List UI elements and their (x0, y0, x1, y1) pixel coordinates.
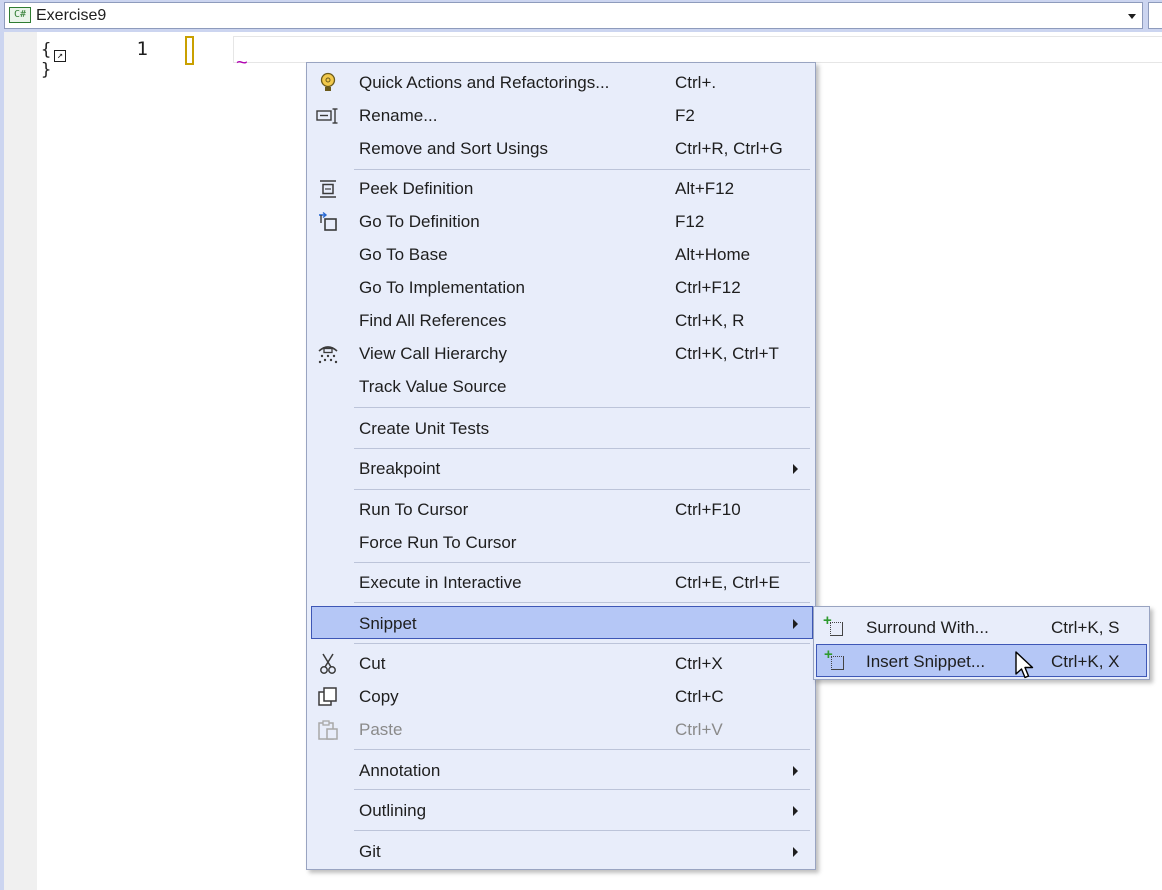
lightbulb-icon (315, 72, 341, 94)
menu-separator (354, 407, 810, 408)
project-name: Exercise9 (36, 7, 107, 24)
paste-icon (315, 719, 341, 741)
menu-item-rename[interactable]: Rename... F2 (307, 99, 815, 132)
copy-icon (315, 686, 341, 708)
submenu-arrow-icon (793, 619, 798, 629)
menu-item-cut[interactable]: Cut Ctrl+X (307, 647, 815, 680)
menu-item-view-call-hierarchy[interactable]: View Call Hierarchy Ctrl+K, Ctrl+T (307, 337, 815, 370)
submenu-item-surround-with[interactable]: + Surround With... Ctrl+K, S (816, 611, 1147, 644)
menu-item-copy[interactable]: Copy Ctrl+C (307, 680, 815, 713)
navigation-bar: C# Exercise9 (0, 0, 1162, 32)
menu-item-paste[interactable]: Paste Ctrl+V (307, 713, 815, 746)
rename-icon (315, 105, 341, 127)
menu-item-force-run-to-cursor[interactable]: Force Run To Cursor (307, 526, 815, 559)
scissors-icon (315, 653, 341, 675)
braces-icon: { } ↗ (41, 40, 71, 80)
line-number: 1 (136, 38, 148, 60)
snippet-submenu: + Surround With... Ctrl+K, S + Insert Sn… (813, 606, 1150, 680)
current-line-highlight (233, 36, 1162, 63)
insert-snippet-icon: + (824, 646, 847, 672)
menu-separator (354, 830, 810, 831)
submenu-arrow-icon (793, 464, 798, 474)
csharp-project-icon: C# (9, 7, 31, 23)
context-menu: Quick Actions and Refactorings... Ctrl+.… (306, 62, 816, 870)
menu-item-git[interactable]: Git (307, 835, 815, 868)
menu-item-outlining[interactable]: Outlining (307, 794, 815, 827)
project-dropdown[interactable]: C# Exercise9 (4, 2, 1143, 29)
error-squiggle: ~ (236, 52, 248, 74)
menu-item-execute-in-interactive[interactable]: Execute in Interactive Ctrl+E, Ctrl+E (307, 566, 815, 599)
menu-item-run-to-cursor[interactable]: Run To Cursor Ctrl+F10 (307, 493, 815, 526)
indicator-margin[interactable] (4, 32, 37, 890)
menu-separator (354, 169, 810, 170)
menu-item-quick-actions[interactable]: Quick Actions and Refactorings... Ctrl+. (307, 66, 815, 99)
menu-separator (354, 789, 810, 790)
menu-separator (354, 643, 810, 644)
surround-with-icon: + (823, 612, 846, 638)
call-hierarchy-icon (315, 343, 341, 365)
menu-item-annotation[interactable]: Annotation (307, 754, 815, 787)
menu-separator (354, 489, 810, 490)
mouse-pointer-icon (1014, 650, 1036, 685)
menu-item-breakpoint[interactable]: Breakpoint (307, 452, 815, 485)
submenu-arrow-icon (793, 847, 798, 857)
menu-separator (354, 448, 810, 449)
submenu-arrow-icon (793, 766, 798, 776)
submenu-item-insert-snippet[interactable]: + Insert Snippet... Ctrl+K, X (816, 644, 1147, 677)
menu-item-remove-sort-usings[interactable]: Remove and Sort Usings Ctrl+R, Ctrl+G (307, 132, 815, 165)
menu-item-find-all-references[interactable]: Find All References Ctrl+K, R (307, 304, 815, 337)
menu-separator (354, 602, 810, 603)
menu-item-peek-definition[interactable]: Peek Definition Alt+F12 (307, 172, 815, 205)
go-to-definition-icon (315, 211, 341, 233)
menu-item-create-unit-tests[interactable]: Create Unit Tests (307, 412, 815, 445)
shortcut-arrow-icon: ↗ (54, 50, 66, 62)
menu-separator (354, 749, 810, 750)
menu-separator (354, 562, 810, 563)
member-dropdown[interactable] (1148, 2, 1162, 29)
menu-item-snippet[interactable]: Snippet (311, 606, 813, 639)
text-caret (185, 36, 194, 65)
submenu-arrow-icon (793, 806, 798, 816)
menu-item-go-to-base[interactable]: Go To Base Alt+Home (307, 238, 815, 271)
menu-item-go-to-implementation[interactable]: Go To Implementation Ctrl+F12 (307, 271, 815, 304)
menu-item-track-value-source[interactable]: Track Value Source (307, 370, 815, 403)
peek-definition-icon (315, 178, 341, 200)
menu-item-go-to-definition[interactable]: Go To Definition F12 (307, 205, 815, 238)
chevron-down-icon[interactable] (1128, 14, 1136, 19)
